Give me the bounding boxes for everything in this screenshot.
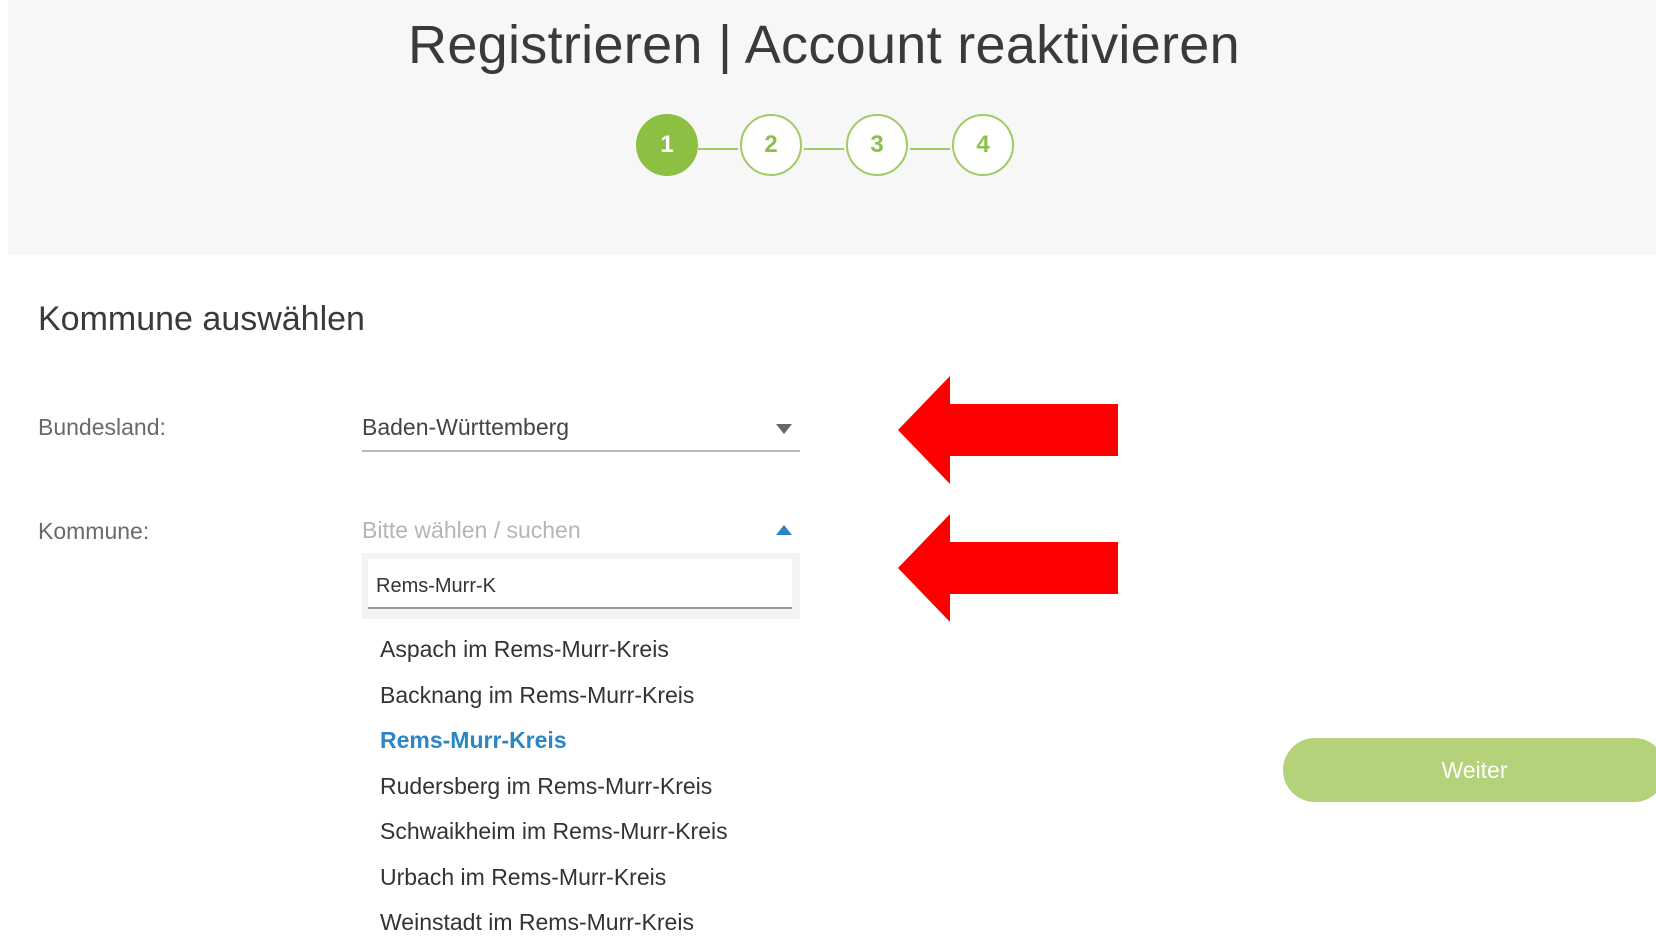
dropdown-search-container bbox=[362, 553, 800, 619]
step-connector bbox=[910, 148, 950, 150]
step-connector bbox=[804, 148, 844, 150]
kommune-select[interactable]: Bitte wählen / suchen bbox=[362, 505, 800, 555]
kommune-placeholder: Bitte wählen / suchen bbox=[362, 517, 581, 543]
kommune-options-list: Aspach im Rems-Murr-Kreis Backnang im Re… bbox=[362, 627, 800, 946]
bundesland-selected-value: Baden-Württemberg bbox=[362, 414, 570, 440]
section-title: Kommune auswählen bbox=[38, 300, 365, 338]
kommune-option[interactable]: Rudersberg im Rems-Murr-Kreis bbox=[362, 764, 800, 810]
step-1: 1 bbox=[636, 114, 698, 176]
kommune-search-input[interactable] bbox=[368, 559, 792, 609]
next-button[interactable]: Weiter bbox=[1283, 738, 1656, 802]
annotation-arrow-icon bbox=[898, 376, 1118, 484]
kommune-option[interactable]: Weinstadt im Rems-Murr-Kreis bbox=[362, 900, 800, 946]
annotation-arrow-icon bbox=[898, 514, 1118, 622]
step-connector bbox=[698, 148, 738, 150]
bundesland-label: Bundesland: bbox=[38, 414, 166, 440]
kommune-option[interactable]: Aspach im Rems-Murr-Kreis bbox=[362, 627, 800, 673]
kommune-option-highlighted[interactable]: Rems-Murr-Kreis bbox=[362, 718, 800, 764]
kommune-option[interactable]: Urbach im Rems-Murr-Kreis bbox=[362, 855, 800, 901]
step-4[interactable]: 4 bbox=[952, 114, 1014, 176]
kommune-option[interactable]: Schwaikheim im Rems-Murr-Kreis bbox=[362, 809, 800, 855]
kommune-option[interactable]: Backnang im Rems-Murr-Kreis bbox=[362, 673, 800, 719]
kommune-label: Kommune: bbox=[38, 518, 150, 544]
step-2[interactable]: 2 bbox=[740, 114, 802, 176]
bundesland-select[interactable]: Baden-Württemberg bbox=[362, 402, 800, 452]
step-3[interactable]: 3 bbox=[846, 114, 908, 176]
progress-stepper: 1 2 3 4 bbox=[0, 0, 1656, 255]
kommune-dropdown: Aspach im Rems-Murr-Kreis Backnang im Re… bbox=[362, 553, 800, 935]
chevron-up-icon bbox=[776, 525, 792, 535]
chevron-down-icon bbox=[776, 424, 792, 434]
